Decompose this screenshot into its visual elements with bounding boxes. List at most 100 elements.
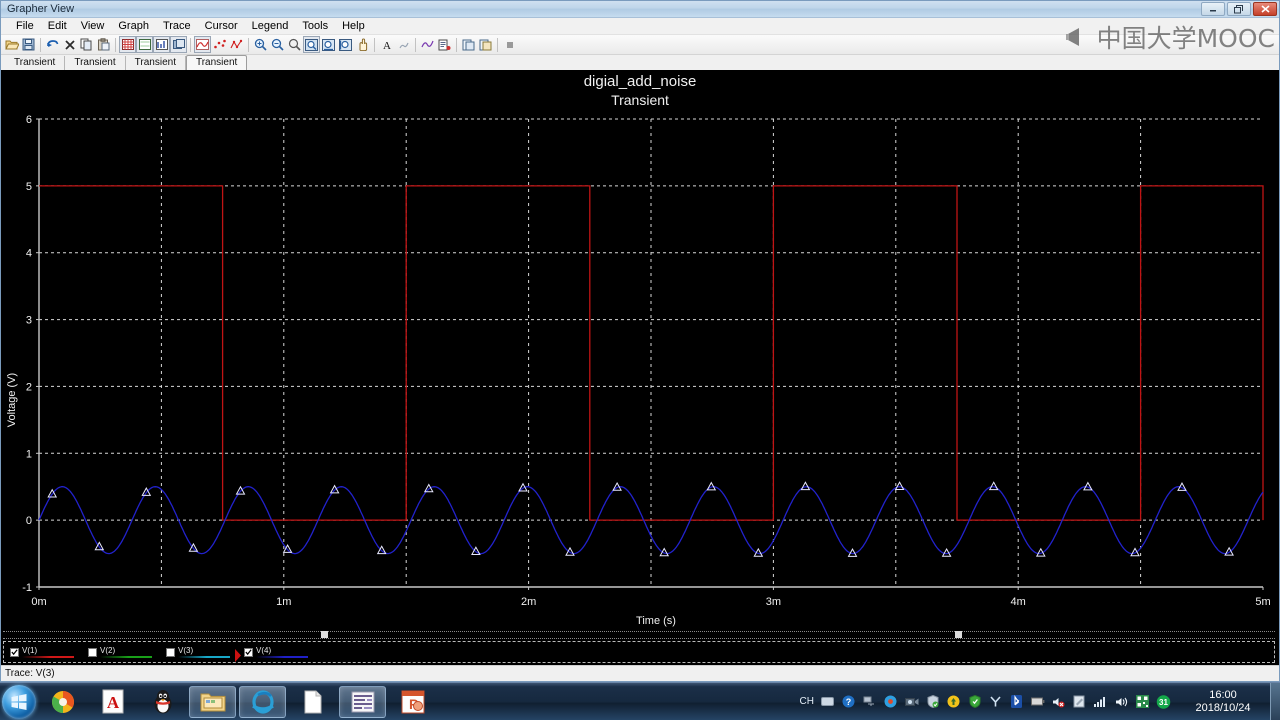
windows-orb-icon[interactable] [2, 684, 36, 719]
menu-file[interactable]: File [9, 19, 41, 33]
open-icon[interactable] [3, 36, 20, 53]
legend-item-v3[interactable]: V(3) [166, 645, 230, 658]
zoom-out-icon[interactable] [269, 36, 286, 53]
scrollbar-thumb-right[interactable] [955, 631, 962, 638]
antivirus-icon[interactable] [988, 694, 1003, 709]
signal-icon[interactable] [1093, 694, 1108, 709]
menu-help[interactable]: Help [335, 19, 372, 33]
legend-item-v2[interactable]: V(2) [88, 646, 152, 658]
copy-graph-icon[interactable] [460, 36, 477, 53]
toolbar-separator [497, 37, 498, 52]
taskbar-clock[interactable]: 16:00 2018/10/24 [1174, 689, 1266, 715]
update-icon[interactable] [946, 694, 961, 709]
bluetooth-icon[interactable] [1009, 694, 1024, 709]
svg-text:1: 1 [26, 448, 32, 460]
keyboard-icon[interactable] [820, 694, 835, 709]
svg-text:5m: 5m [1255, 596, 1270, 608]
taskbar-powerpoint-icon[interactable]: P [389, 686, 436, 718]
line-trace-icon[interactable] [194, 36, 211, 53]
zoom-in-icon[interactable] [252, 36, 269, 53]
annotate-icon[interactable] [395, 36, 412, 53]
volume-mute-icon[interactable] [1051, 694, 1066, 709]
dot-trace-icon[interactable] [211, 36, 228, 53]
point-trace-icon[interactable] [228, 36, 245, 53]
toolbar-separator [415, 37, 416, 52]
grid-icon[interactable] [119, 36, 136, 53]
screenshot-icon[interactable] [904, 694, 919, 709]
taskbar-file-explorer-icon[interactable] [189, 685, 236, 718]
paste-graph-icon[interactable] [477, 36, 494, 53]
legend-icon[interactable] [136, 36, 153, 53]
tab-transient-4[interactable]: Transient [185, 55, 248, 70]
taskbar-qq-penguin-icon[interactable] [139, 686, 186, 718]
svg-text:31: 31 [1159, 698, 1168, 707]
tray-input-method[interactable]: CH [800, 694, 814, 709]
pan-icon[interactable] [354, 36, 371, 53]
minimize-button[interactable] [1201, 2, 1225, 16]
calendar-31-icon[interactable]: 31 [1156, 694, 1171, 709]
axis-icon[interactable] [153, 36, 170, 53]
copy-icon[interactable] [78, 36, 95, 53]
transient-chart[interactable]: digial_add_noise Transient Voltage (V) T… [1, 70, 1279, 662]
battery-icon[interactable] [1030, 694, 1045, 709]
plot-area[interactable]: digial_add_noise Transient Voltage (V) T… [1, 70, 1279, 665]
qr-icon[interactable] [1135, 694, 1150, 709]
tab-transient-2[interactable]: Transient [65, 56, 126, 70]
taskbar-multisim-icon[interactable] [339, 685, 386, 718]
legend-swatch-v2 [100, 655, 152, 658]
tab-transient-1[interactable]: Transient [5, 56, 66, 70]
save-icon[interactable] [20, 36, 37, 53]
undo-icon[interactable] [44, 36, 61, 53]
delete-icon[interactable] [61, 36, 78, 53]
zoom-y-icon[interactable] [337, 36, 354, 53]
tab-transient-3[interactable]: Transient [125, 56, 186, 70]
text-icon[interactable]: A [378, 36, 395, 53]
properties-icon[interactable] [170, 36, 187, 53]
svg-text:1m: 1m [276, 596, 291, 608]
volume-icon[interactable] [1114, 694, 1129, 709]
zoom-region-icon[interactable] [303, 36, 320, 53]
legend-checkbox-v4[interactable] [244, 647, 253, 657]
close-button[interactable] [1253, 2, 1277, 16]
paste-icon[interactable] [95, 36, 112, 53]
scrollbar-thumb-left[interactable] [321, 631, 328, 638]
window-titlebar[interactable]: Grapher View [1, 1, 1279, 18]
cursor-icon[interactable] [419, 36, 436, 53]
taskbar-document-icon[interactable] [289, 686, 336, 718]
zoom-x-icon[interactable] [320, 36, 337, 53]
chrome-icon[interactable] [883, 694, 898, 709]
menu-tools[interactable]: Tools [295, 19, 335, 33]
legend-item-v4[interactable]: V(4) [235, 646, 308, 662]
pen-icon[interactable] [1072, 694, 1087, 709]
shield-green-icon[interactable] [925, 694, 940, 709]
menu-cursor[interactable]: Cursor [198, 19, 245, 33]
taskbar-windows-media-icon[interactable] [39, 686, 86, 718]
show-desktop-button[interactable] [1270, 682, 1280, 720]
legend-label-v3: V(3) [178, 645, 194, 655]
legend-swatch-v4 [256, 655, 308, 658]
taskbar-adobe-reader-icon[interactable]: A [89, 686, 136, 718]
taskbar-internet-explorer-icon[interactable] [239, 685, 286, 718]
chart-legend[interactable]: V(1) V(2) V(3) V(4) [3, 641, 1275, 663]
legend-checkbox-v3[interactable] [166, 647, 175, 657]
security-icon[interactable] [967, 694, 982, 709]
toolbar-separator [190, 37, 191, 52]
menu-graph[interactable]: Graph [111, 19, 156, 33]
export-icon[interactable] [436, 36, 453, 53]
plot-scrollbar[interactable] [3, 631, 1275, 639]
restore-button[interactable] [1227, 2, 1251, 16]
system-tray: CH ? 31 16:00 2018/10/24 [797, 682, 1280, 720]
legend-item-v1[interactable]: V(1) [10, 645, 74, 658]
menu-edit[interactable]: Edit [41, 19, 74, 33]
menu-view[interactable]: View [74, 19, 112, 33]
menu-trace[interactable]: Trace [156, 19, 198, 33]
legend-checkbox-v1[interactable] [10, 647, 19, 657]
network-tray-icon[interactable] [862, 694, 877, 709]
help-icon[interactable]: ? [841, 694, 856, 709]
zoom-restore-icon[interactable] [286, 36, 303, 53]
menu-legend[interactable]: Legend [245, 19, 296, 33]
stop-icon[interactable] [501, 36, 518, 53]
statusbar-text: Trace: V(3) [5, 668, 55, 679]
legend-checkbox-v2[interactable] [88, 647, 97, 657]
legend-label-v1: V(1) [22, 645, 38, 655]
